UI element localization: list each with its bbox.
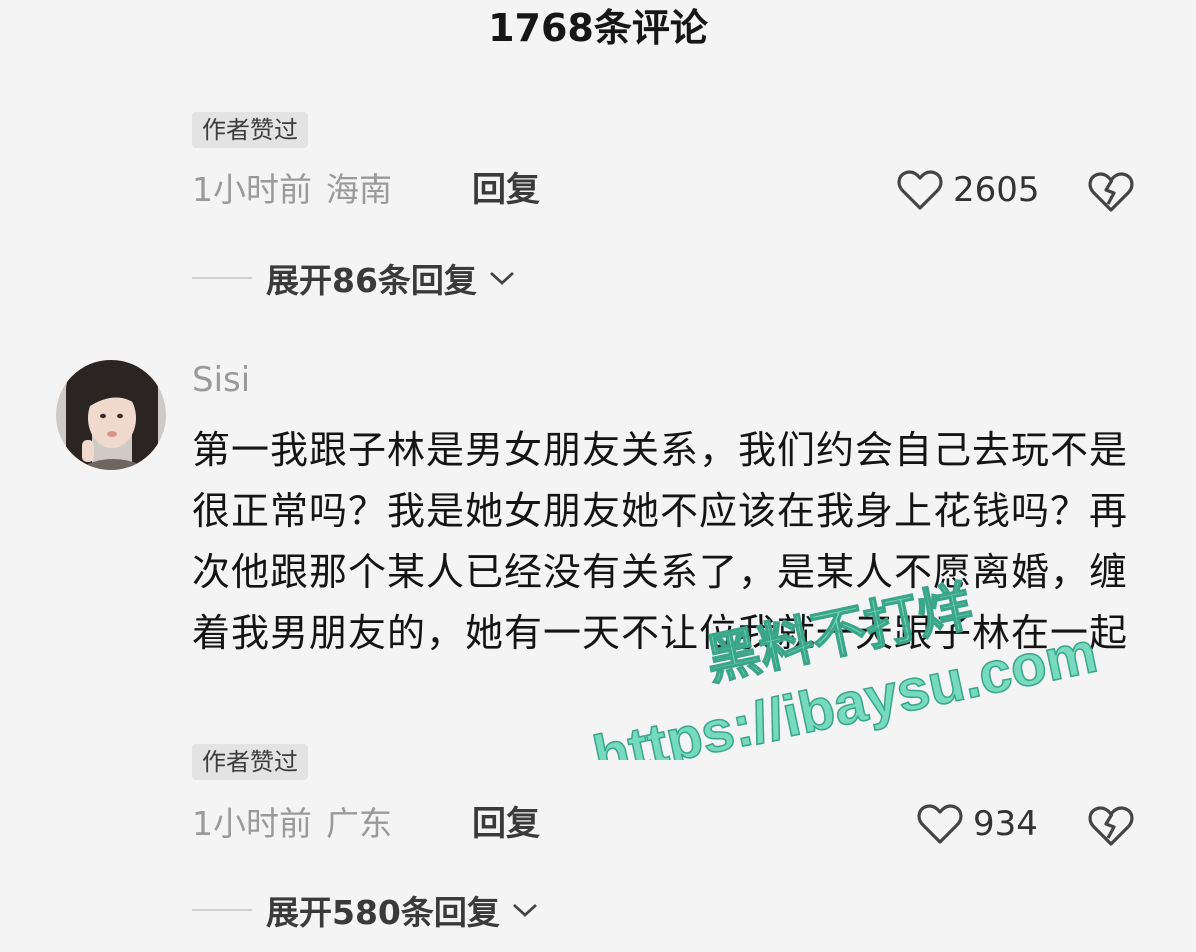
dislike-button[interactable] xyxy=(1087,166,1135,214)
expand-replies-label: 展开86条回复 xyxy=(266,261,477,300)
author-liked-badge: 作者赞过 xyxy=(192,744,308,780)
heart-outline-icon xyxy=(917,804,963,844)
expand-replies-button[interactable]: 展开86条回复 xyxy=(192,254,515,302)
expand-replies-label: 展开580条回复 xyxy=(266,893,500,932)
comment-time: 1小时前 xyxy=(192,804,312,843)
divider-line xyxy=(192,277,252,279)
avatar[interactable] xyxy=(56,360,166,470)
author-liked-badge: 作者赞过 xyxy=(192,112,308,148)
like-count: 934 xyxy=(973,804,1038,844)
comment-location: 广东 xyxy=(326,804,392,843)
like-button[interactable]: 934 xyxy=(917,800,1038,848)
page-title: 1768条评论 xyxy=(488,6,708,50)
chevron-down-icon xyxy=(512,903,537,917)
like-button[interactable]: 2605 xyxy=(897,166,1040,214)
like-count: 2605 xyxy=(953,170,1040,210)
reply-button[interactable]: 回复 xyxy=(472,166,540,214)
reply-button[interactable]: 回复 xyxy=(472,800,540,848)
divider-line xyxy=(192,909,252,911)
comment-location: 海南 xyxy=(326,170,392,209)
comment-username[interactable]: Sisi xyxy=(192,356,250,404)
comment-meta: 1小时前 广东 xyxy=(192,800,392,848)
comment-text: 第一我跟子林是男女朋友关系，我们约会自己去玩不是很正常吗？我是她女朋友她不应该在… xyxy=(192,428,1129,655)
broken-heart-icon xyxy=(1088,806,1134,846)
expand-replies-button[interactable]: 展开580条回复 xyxy=(192,886,538,934)
dislike-button[interactable] xyxy=(1087,800,1135,848)
chevron-down-icon xyxy=(489,271,514,285)
avatar-image xyxy=(56,360,166,470)
comment-meta: 1小时前 海南 xyxy=(192,166,392,214)
heart-outline-icon xyxy=(897,170,943,210)
broken-heart-icon xyxy=(1088,172,1134,212)
comment-time: 1小时前 xyxy=(192,170,312,209)
